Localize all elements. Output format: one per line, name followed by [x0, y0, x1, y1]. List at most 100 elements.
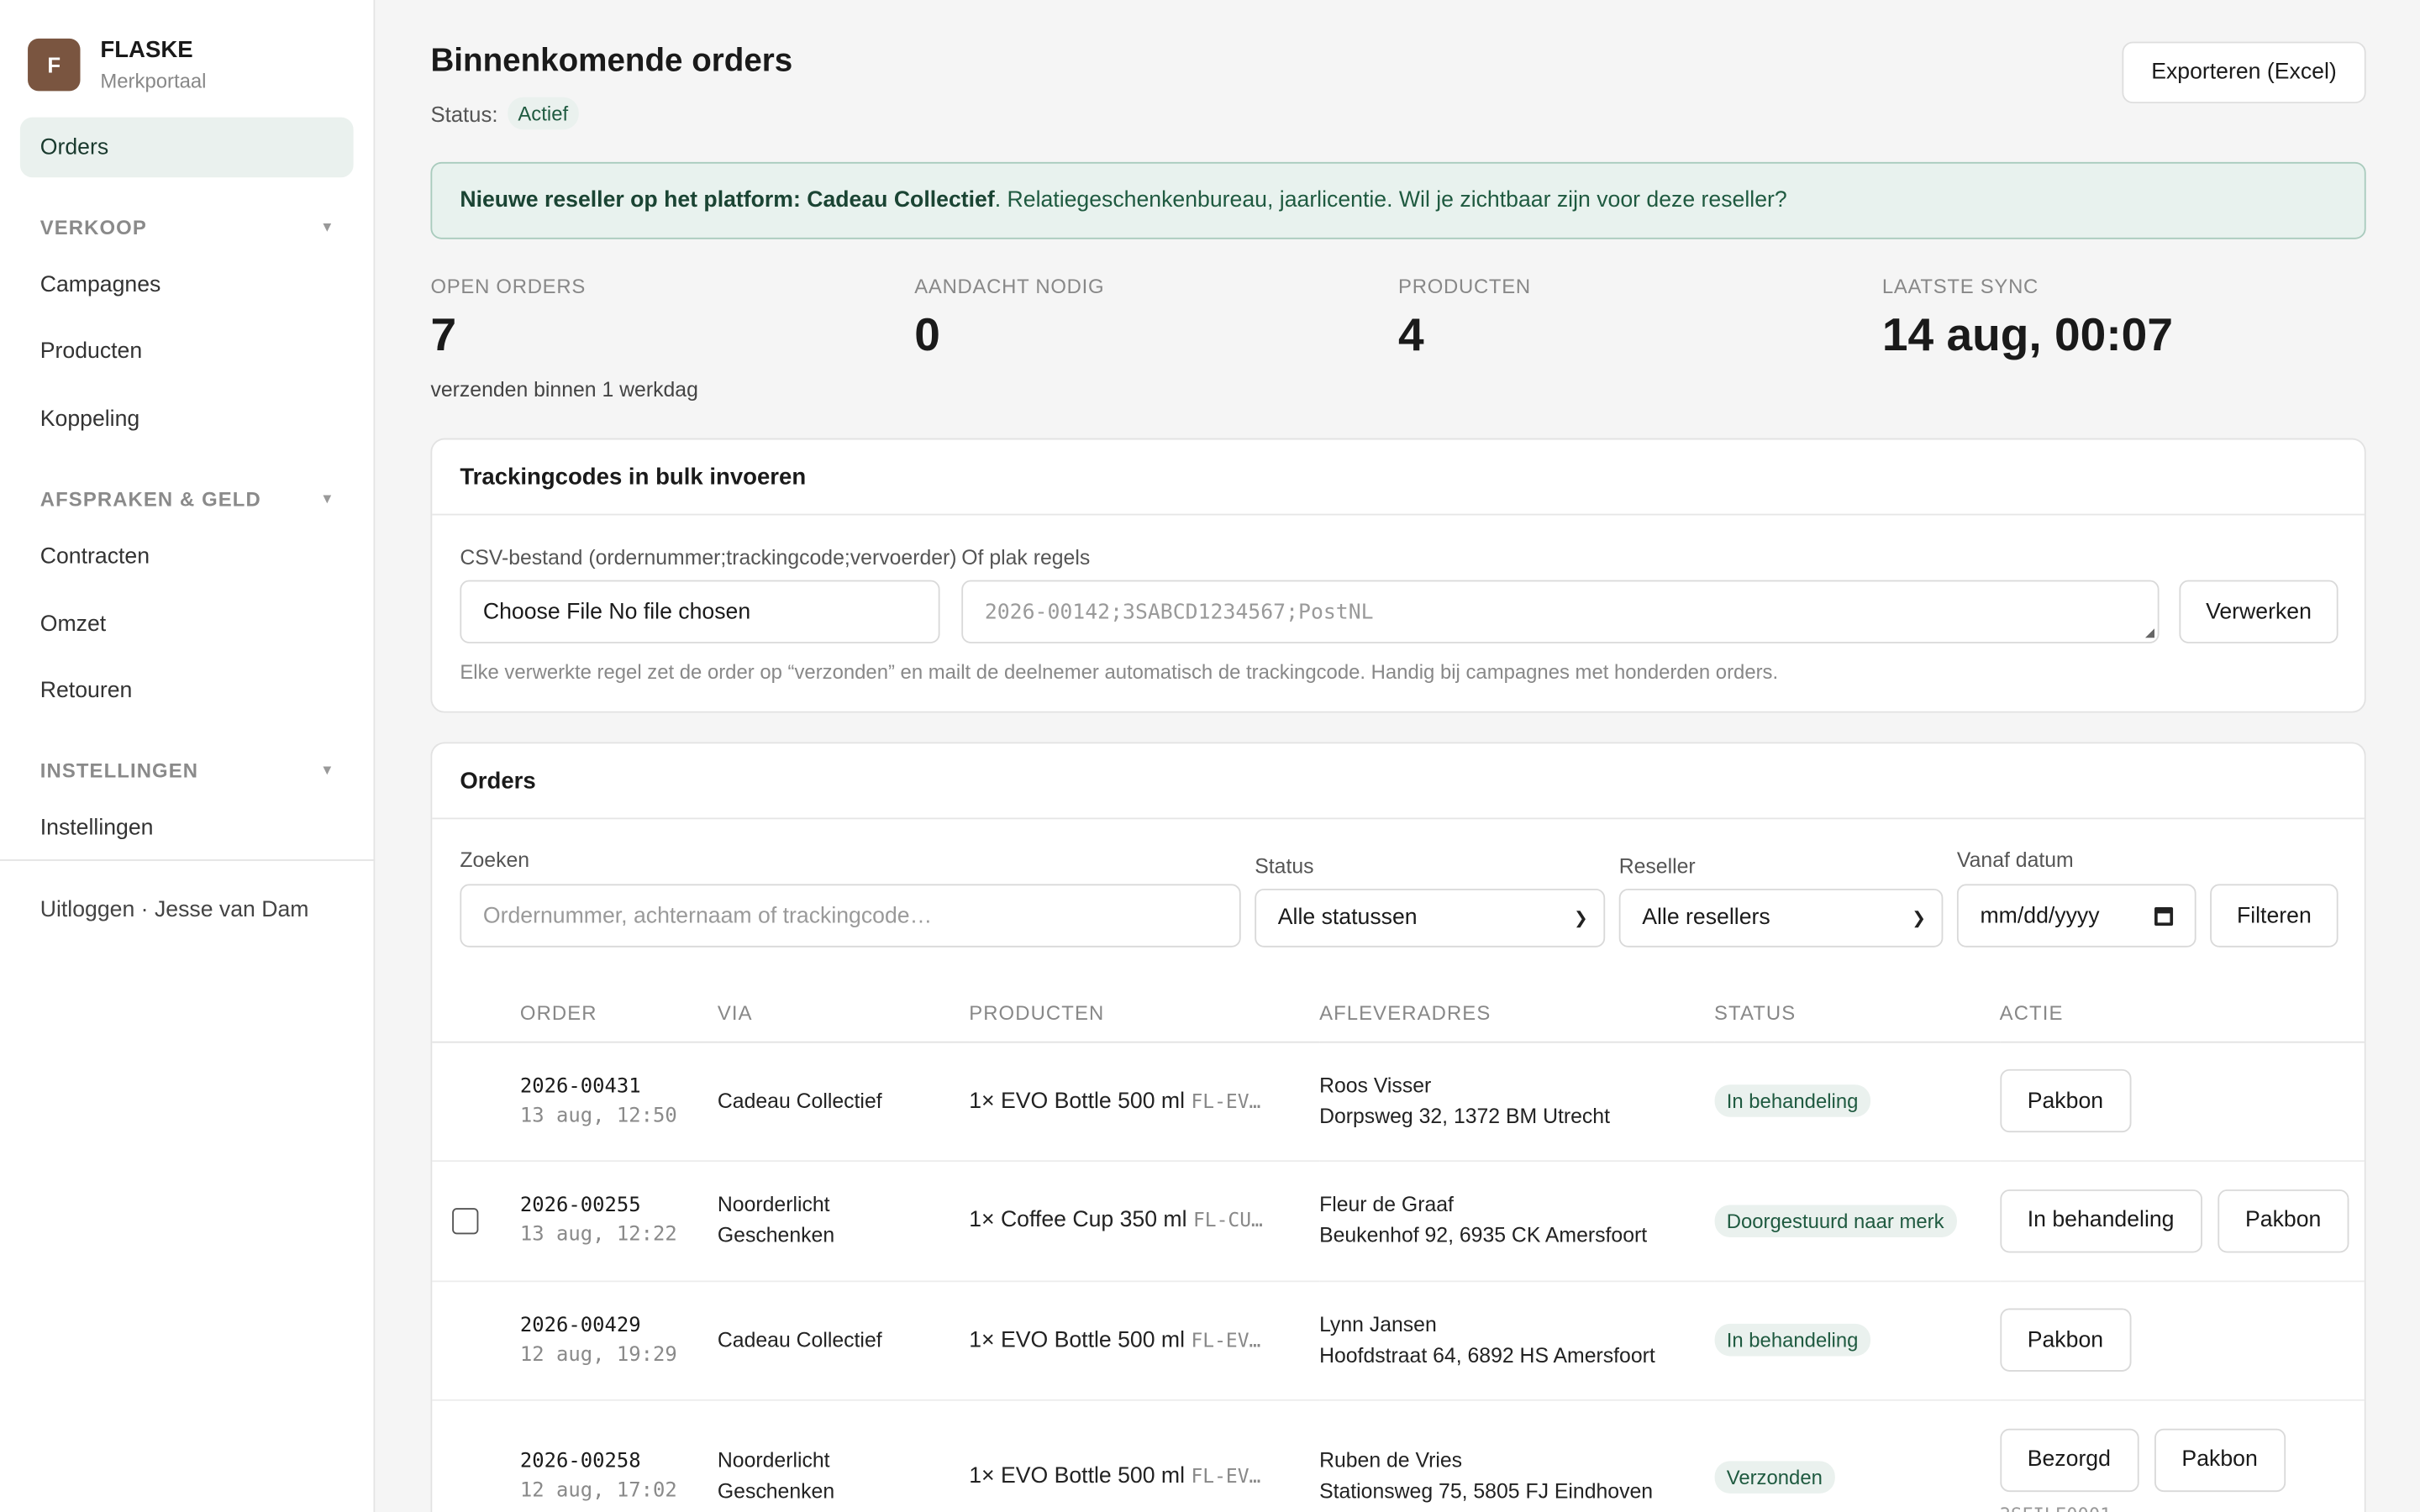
sidebar-section-afspraken[interactable]: AFSPRAKEN & GELD ▼	[0, 483, 375, 514]
mark-delivered-button[interactable]: Bezorgd	[1999, 1427, 2139, 1492]
row-checkbox[interactable]	[452, 1207, 479, 1234]
reseller-filter-label: Reseller	[1618, 854, 1696, 879]
product-sku: FL-CU…	[1192, 1208, 1263, 1231]
packing-slip-button[interactable]: Pakbon	[1999, 1308, 2132, 1372]
recipient-address: Stationsweg 75, 5805 FJ Eindhoven	[1319, 1479, 1654, 1503]
export-excel-button[interactable]: Exporteren (Excel)	[2122, 41, 2366, 104]
mark-in-progress-button[interactable]: In behandeling	[1999, 1189, 2202, 1252]
brand: F FLASKE Merkportaal	[0, 0, 373, 102]
order-address: Fleur de Graaf Beukenhof 92, 6935 CK Amer…	[1319, 1189, 1714, 1251]
column-header-via: VIA	[717, 984, 970, 1042]
status-select-value: Alle statussen	[1277, 906, 1418, 931]
search-placeholder: Ordernummer, achternaam of trackingcode…	[482, 903, 933, 928]
sidebar-item-campagnes[interactable]: Campagnes	[0, 270, 201, 301]
sidebar-divider	[0, 859, 376, 861]
table-row[interactable]: 2026-00431 13 aug, 12:50 Cadeau Collectie…	[432, 1041, 2365, 1162]
table-row[interactable]: 2026-00255 13 aug, 12:22 Noorderlicht Ges…	[432, 1160, 2365, 1282]
packing-slip-button[interactable]: Pakbon	[2217, 1189, 2349, 1252]
status-filter-label: Status	[1255, 854, 1314, 879]
stat-note: verzenden binnen 1 werkdag	[430, 377, 698, 402]
order-date: 12 aug, 17:02	[519, 1479, 677, 1503]
stat-label: LAATSTE SYNC	[1881, 274, 2039, 298]
stat-attention: AANDACHT NODIG 0	[914, 275, 1398, 402]
order-date: 12 aug, 19:29	[519, 1342, 677, 1367]
sidebar-section-title: INSTELLINGEN	[39, 758, 199, 782]
stat-label: AANDACHT NODIG	[914, 274, 1105, 298]
status-badge: Actief	[507, 97, 579, 130]
product-sku: FL-EV…	[1191, 1464, 1261, 1488]
banner-text: . Relatiegeschenkenbureau, jaarlicentie.…	[994, 188, 1787, 213]
sidebar-item-omzet[interactable]: Omzet	[0, 609, 146, 640]
order-number[interactable]: 2026-00258	[520, 1450, 718, 1473]
order-number[interactable]: 2026-00431	[520, 1074, 718, 1098]
order-via: Noorderlicht Geschenken	[717, 1448, 835, 1503]
status-badge: Doorgestuurd naar merk	[1714, 1204, 1957, 1237]
row-select-cell	[432, 1041, 520, 1162]
sidebar-item-producten[interactable]: Producten	[0, 336, 182, 367]
sidebar-section-verkoop[interactable]: VERKOOP ▼	[0, 212, 375, 243]
product-name: 1× Coffee Cup 350 ml	[969, 1208, 1187, 1233]
search-label: Zoeken	[460, 848, 530, 872]
sidebar-item-koppeling[interactable]: Koppeling	[0, 404, 180, 435]
orders-title: Orders	[432, 743, 2365, 820]
order-via: Cadeau Collectief	[717, 1280, 970, 1400]
resize-handle-icon[interactable]: ◢	[2145, 625, 2154, 642]
csv-label: CSV-bestand (ordernummer;trackingcode;ve…	[460, 546, 957, 570]
stat-value: 4	[1398, 310, 1424, 361]
banner-highlight: Nieuwe reseller op het platform: Cadeau …	[460, 188, 995, 213]
recipient-address: Dorpsweg 32, 1372 BM Utrecht	[1319, 1104, 1610, 1127]
order-number[interactable]: 2026-00255	[520, 1194, 718, 1218]
row-select-cell	[432, 1399, 520, 1512]
orders-card: Orders Zoeken Ordernummer, achternaam of…	[430, 742, 2366, 1512]
stat-label: OPEN ORDERS	[430, 274, 586, 298]
order-number[interactable]: 2026-00429	[520, 1314, 718, 1337]
stat-value: 0	[914, 310, 940, 361]
chevron-down-icon: ▼	[320, 491, 335, 507]
sidebar-section-title: AFSPRAKEN & GELD	[39, 486, 261, 511]
date-input[interactable]: mm/dd/yyyy	[1956, 884, 2196, 948]
packing-slip-button[interactable]: Pakbon	[1999, 1068, 2132, 1133]
sidebar-item-retouren[interactable]: Retouren	[0, 675, 172, 706]
chevron-down-icon: ❯	[1574, 909, 1588, 928]
process-button[interactable]: Verwerken	[2179, 580, 2338, 643]
filter-button[interactable]: Filteren	[2210, 884, 2338, 948]
recipient-address: Hoofdstraat 64, 6892 HS Amersfoort	[1319, 1342, 1655, 1367]
logout-link[interactable]: Uitloggen · Jesse van Dam	[40, 898, 309, 922]
sidebar-item-orders[interactable]: Orders	[19, 117, 354, 178]
stat-open-orders: OPEN ORDERS 7 verzenden binnen 1 werkdag	[430, 275, 914, 402]
search-input[interactable]: Ordernummer, achternaam of trackingcode…	[460, 884, 1241, 948]
sidebar-section-instellingen[interactable]: INSTELLINGEN ▼	[0, 754, 375, 785]
table-row[interactable]: 2026-00258 12 aug, 17:02 Noorderlicht Ges…	[432, 1399, 2365, 1512]
chevron-down-icon: ❯	[1912, 909, 1927, 928]
chevron-down-icon: ▼	[320, 762, 335, 778]
sidebar-item-instellingen[interactable]: Instellingen	[0, 813, 193, 844]
brand-name: FLASKE	[100, 37, 193, 64]
reseller-select[interactable]: Alle resellers ❯	[1618, 888, 1944, 948]
order-products: 1× Coffee Cup 350 ml FL-CU…	[969, 1208, 1319, 1232]
sidebar: F FLASKE Merkportaal Orders VERKOOP ▼ Ca…	[0, 0, 376, 1512]
table-header-row: ORDER VIA PRODUCTEN AFLEVERADRES STATUS …	[432, 984, 2365, 1042]
paste-label: Of plak regels	[961, 546, 1091, 570]
reseller-select-value: Alle resellers	[1642, 906, 1770, 931]
table-row[interactable]: 2026-00429 12 aug, 19:29 Cadeau Collectie…	[432, 1280, 2365, 1400]
stat-last-sync: LAATSTE SYNC 14 aug, 00:07	[1882, 275, 2366, 402]
product-sku: FL-EV…	[1191, 1088, 1261, 1112]
sidebar-section-title: VERKOOP	[39, 215, 147, 239]
orders-table: ORDER VIA PRODUCTEN AFLEVERADRES STATUS …	[432, 984, 2365, 1512]
row-select-cell	[432, 1280, 520, 1400]
order-products: 1× EVO Bottle 500 ml FL-EV…	[969, 1089, 1319, 1113]
status-badge: In behandeling	[1714, 1323, 1871, 1357]
csv-file-input[interactable]: Choose File No file chosen	[460, 580, 940, 643]
stat-value: 14 aug, 00:07	[1881, 310, 2173, 361]
column-header-action: ACTIE	[1999, 984, 2365, 1042]
status-row: Status: Actief	[430, 97, 579, 130]
sidebar-item-contracten[interactable]: Contracten	[0, 542, 190, 573]
page-title: Binnenkomende orders	[430, 43, 793, 79]
file-status: No file chosen	[608, 599, 751, 624]
column-header-address: AFLEVERADRES	[1319, 984, 1715, 1042]
packing-slip-button[interactable]: Pakbon	[2154, 1427, 2286, 1492]
status-select[interactable]: Alle statussen ❯	[1255, 888, 1606, 948]
paste-lines-textarea[interactable]: 2026-00142;3SABCD1234567;PostNL ◢	[961, 580, 2160, 643]
choose-file-button[interactable]: Choose File	[483, 600, 602, 624]
calendar-icon[interactable]	[2154, 906, 2174, 926]
